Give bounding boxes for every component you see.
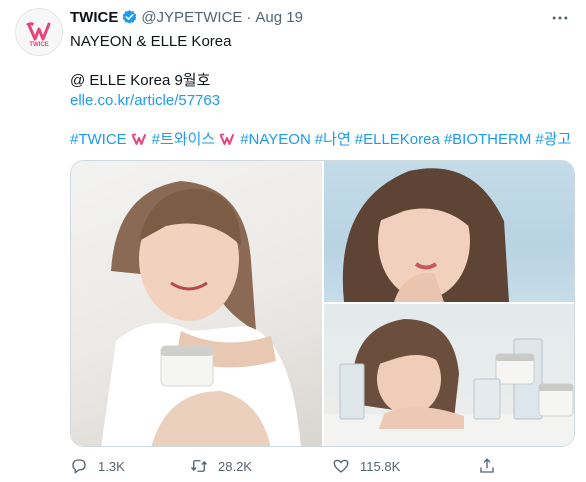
tweet-actions: 1.3K 28.2K 115.8K [70, 457, 510, 479]
author-name[interactable]: TWICE [70, 9, 118, 26]
retweet-icon [190, 460, 208, 472]
reply-button[interactable]: 1.3K [70, 457, 125, 475]
tweet-text-line1: NAYEON & ELLE Korea [70, 33, 232, 50]
more-options-icon[interactable] [550, 8, 570, 28]
reply-icon [72, 459, 86, 474]
twice-emoji-icon [131, 133, 146, 145]
like-icon [333, 459, 349, 473]
twice-emoji-icon [219, 133, 235, 145]
photo-nayeon-lying-with-products[interactable] [324, 304, 574, 446]
avatar[interactable]: TWICE [15, 8, 63, 56]
verified-badge-icon [123, 9, 137, 24]
twice-logo-icon: TWICE [26, 22, 51, 47]
retweet-button[interactable]: 28.2K [190, 457, 252, 475]
hashtag-twice[interactable]: #TWICE [70, 130, 127, 150]
photo-illustration [324, 319, 574, 446]
photo-nayeon-closeup[interactable] [324, 161, 574, 302]
svg-text:TWICE: TWICE [29, 42, 48, 47]
like-count: 115.8K [360, 458, 401, 474]
hashtag-biotherm[interactable]: #BIOTHERM [444, 130, 532, 150]
separator-dot: · [246, 8, 252, 26]
photo-nayeon-holding-cream[interactable] [71, 161, 322, 446]
media-grid [70, 160, 575, 447]
like-button[interactable]: 115.8K [332, 457, 400, 475]
photo-illustration [101, 181, 301, 446]
hashtag-ad[interactable]: #광고 [535, 130, 571, 150]
tweet-date[interactable]: Aug 19 [255, 9, 303, 26]
hashtag-row: #TWICE #트와이스 #NAYEON #나연 #ELLEKorea #BIO… [70, 130, 571, 150]
hashtag-nayeon[interactable]: #NAYEON [240, 130, 311, 150]
hashtag-ellekorea[interactable]: #ELLEKorea [355, 130, 440, 150]
author-handle[interactable]: @JYPETWICE [141, 9, 242, 26]
reply-count: 1.3K [98, 458, 125, 474]
article-link[interactable]: elle.co.kr/article/57763 [70, 91, 220, 111]
tweet-header: TWICE @JYPETWICE · Aug 19 [70, 7, 303, 27]
retweet-count: 28.2K [218, 458, 252, 474]
hashtag-twice-korean[interactable]: #트와이스 [152, 130, 216, 150]
share-icon [480, 458, 494, 473]
hashtag-nayeon-korean[interactable]: #나연 [315, 130, 351, 150]
share-button[interactable] [478, 457, 506, 475]
photo-illustration [342, 168, 509, 302]
tweet-text-line2: @ ELLE Korea 9월호 [70, 72, 211, 89]
